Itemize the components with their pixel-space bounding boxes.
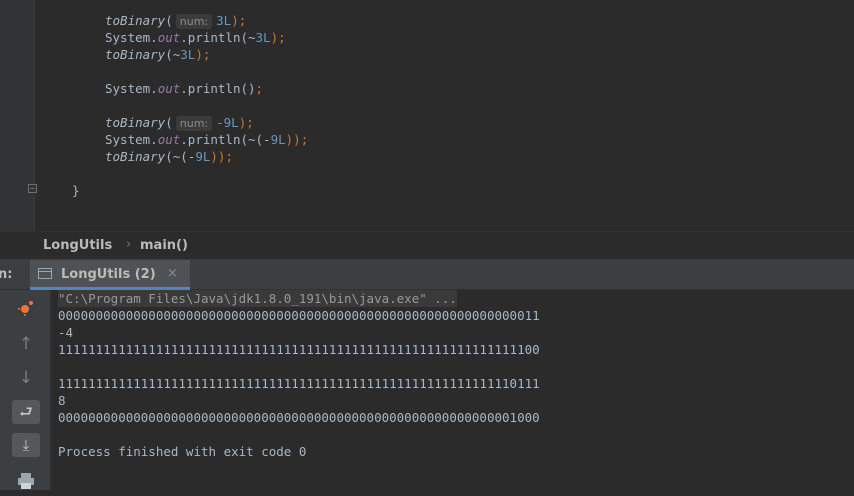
console-line: 1111111111111111111111111111111111111111… (58, 342, 540, 357)
code-line[interactable]: toBinary(num: -9L); (105, 114, 254, 131)
tab-run-config[interactable]: LongUtils (2) × (30, 260, 190, 290)
run-tool-window-header: n: LongUtils (2) × (0, 260, 854, 290)
code-line[interactable]: System.out.println(); (105, 80, 263, 97)
rerun-icon[interactable] (12, 296, 40, 320)
parameter-hint: num: (175, 116, 213, 131)
breadcrumb-separator: › (126, 237, 132, 252)
run-label: n: (0, 267, 13, 282)
breadcrumb-class[interactable]: LongUtils (43, 238, 112, 253)
closing-brace[interactable]: } (72, 182, 80, 199)
run-toolbar: ↑ ↓ ⮐ ⤓ (0, 290, 51, 490)
console-line: 0000000000000000000000000000000000000000… (58, 308, 540, 323)
code-editor[interactable]: − toBinary(num: 3L); System.out.println(~… (0, 0, 854, 231)
parameter-hint: num: (175, 14, 213, 29)
close-icon[interactable]: × (167, 266, 178, 281)
console-command-line: "C:\Program Files\Java\jdk1.8.0_191\bin\… (58, 290, 457, 307)
breadcrumb-method[interactable]: main() (140, 238, 188, 253)
down-arrow-icon[interactable]: ↓ (12, 366, 40, 390)
scroll-to-end-icon[interactable]: ⤓ (12, 433, 40, 457)
code-line[interactable]: toBinary(~(-9L)); (105, 148, 233, 165)
tab-label: LongUtils (2) (61, 267, 156, 282)
console-line: 8 (58, 393, 66, 408)
editor-gutter[interactable] (0, 0, 35, 231)
process-exit-message: Process finished with exit code 0 (58, 444, 307, 459)
console-line: 1111111111111111111111111111111111111111… (58, 376, 540, 391)
print-icon[interactable] (12, 468, 40, 492)
code-line[interactable]: toBinary(~3L); (105, 46, 210, 63)
up-arrow-icon[interactable]: ↑ (12, 332, 40, 356)
console-line: 0000000000000000000000000000000000000000… (58, 410, 540, 425)
fold-marker-icon[interactable]: − (28, 184, 37, 193)
console-icon (38, 268, 52, 279)
code-line[interactable]: System.out.println(~3L); (105, 29, 286, 46)
breadcrumb: LongUtils › main() (0, 231, 854, 260)
code-line[interactable]: System.out.println(~(-9L)); (105, 131, 308, 148)
console-line: -4 (58, 325, 74, 340)
code-line[interactable]: toBinary(num: 3L); (105, 12, 246, 29)
soft-wrap-icon[interactable]: ⮐ (12, 400, 40, 424)
